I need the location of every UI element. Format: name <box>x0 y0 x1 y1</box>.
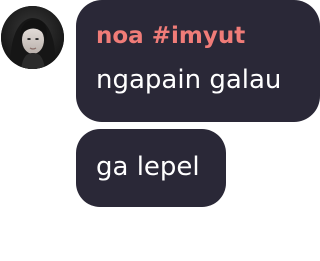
message-bubble[interactable]: noa #imyut ngapain galau <box>76 0 320 122</box>
avatar[interactable] <box>1 6 64 69</box>
message-text: ga lepel <box>96 152 200 182</box>
sender-name[interactable]: noa #imyut <box>96 19 300 53</box>
message-text: ngapain galau <box>96 65 282 95</box>
avatar-photo-icon <box>1 6 64 69</box>
message-bubble[interactable]: ga lepel <box>76 129 226 207</box>
